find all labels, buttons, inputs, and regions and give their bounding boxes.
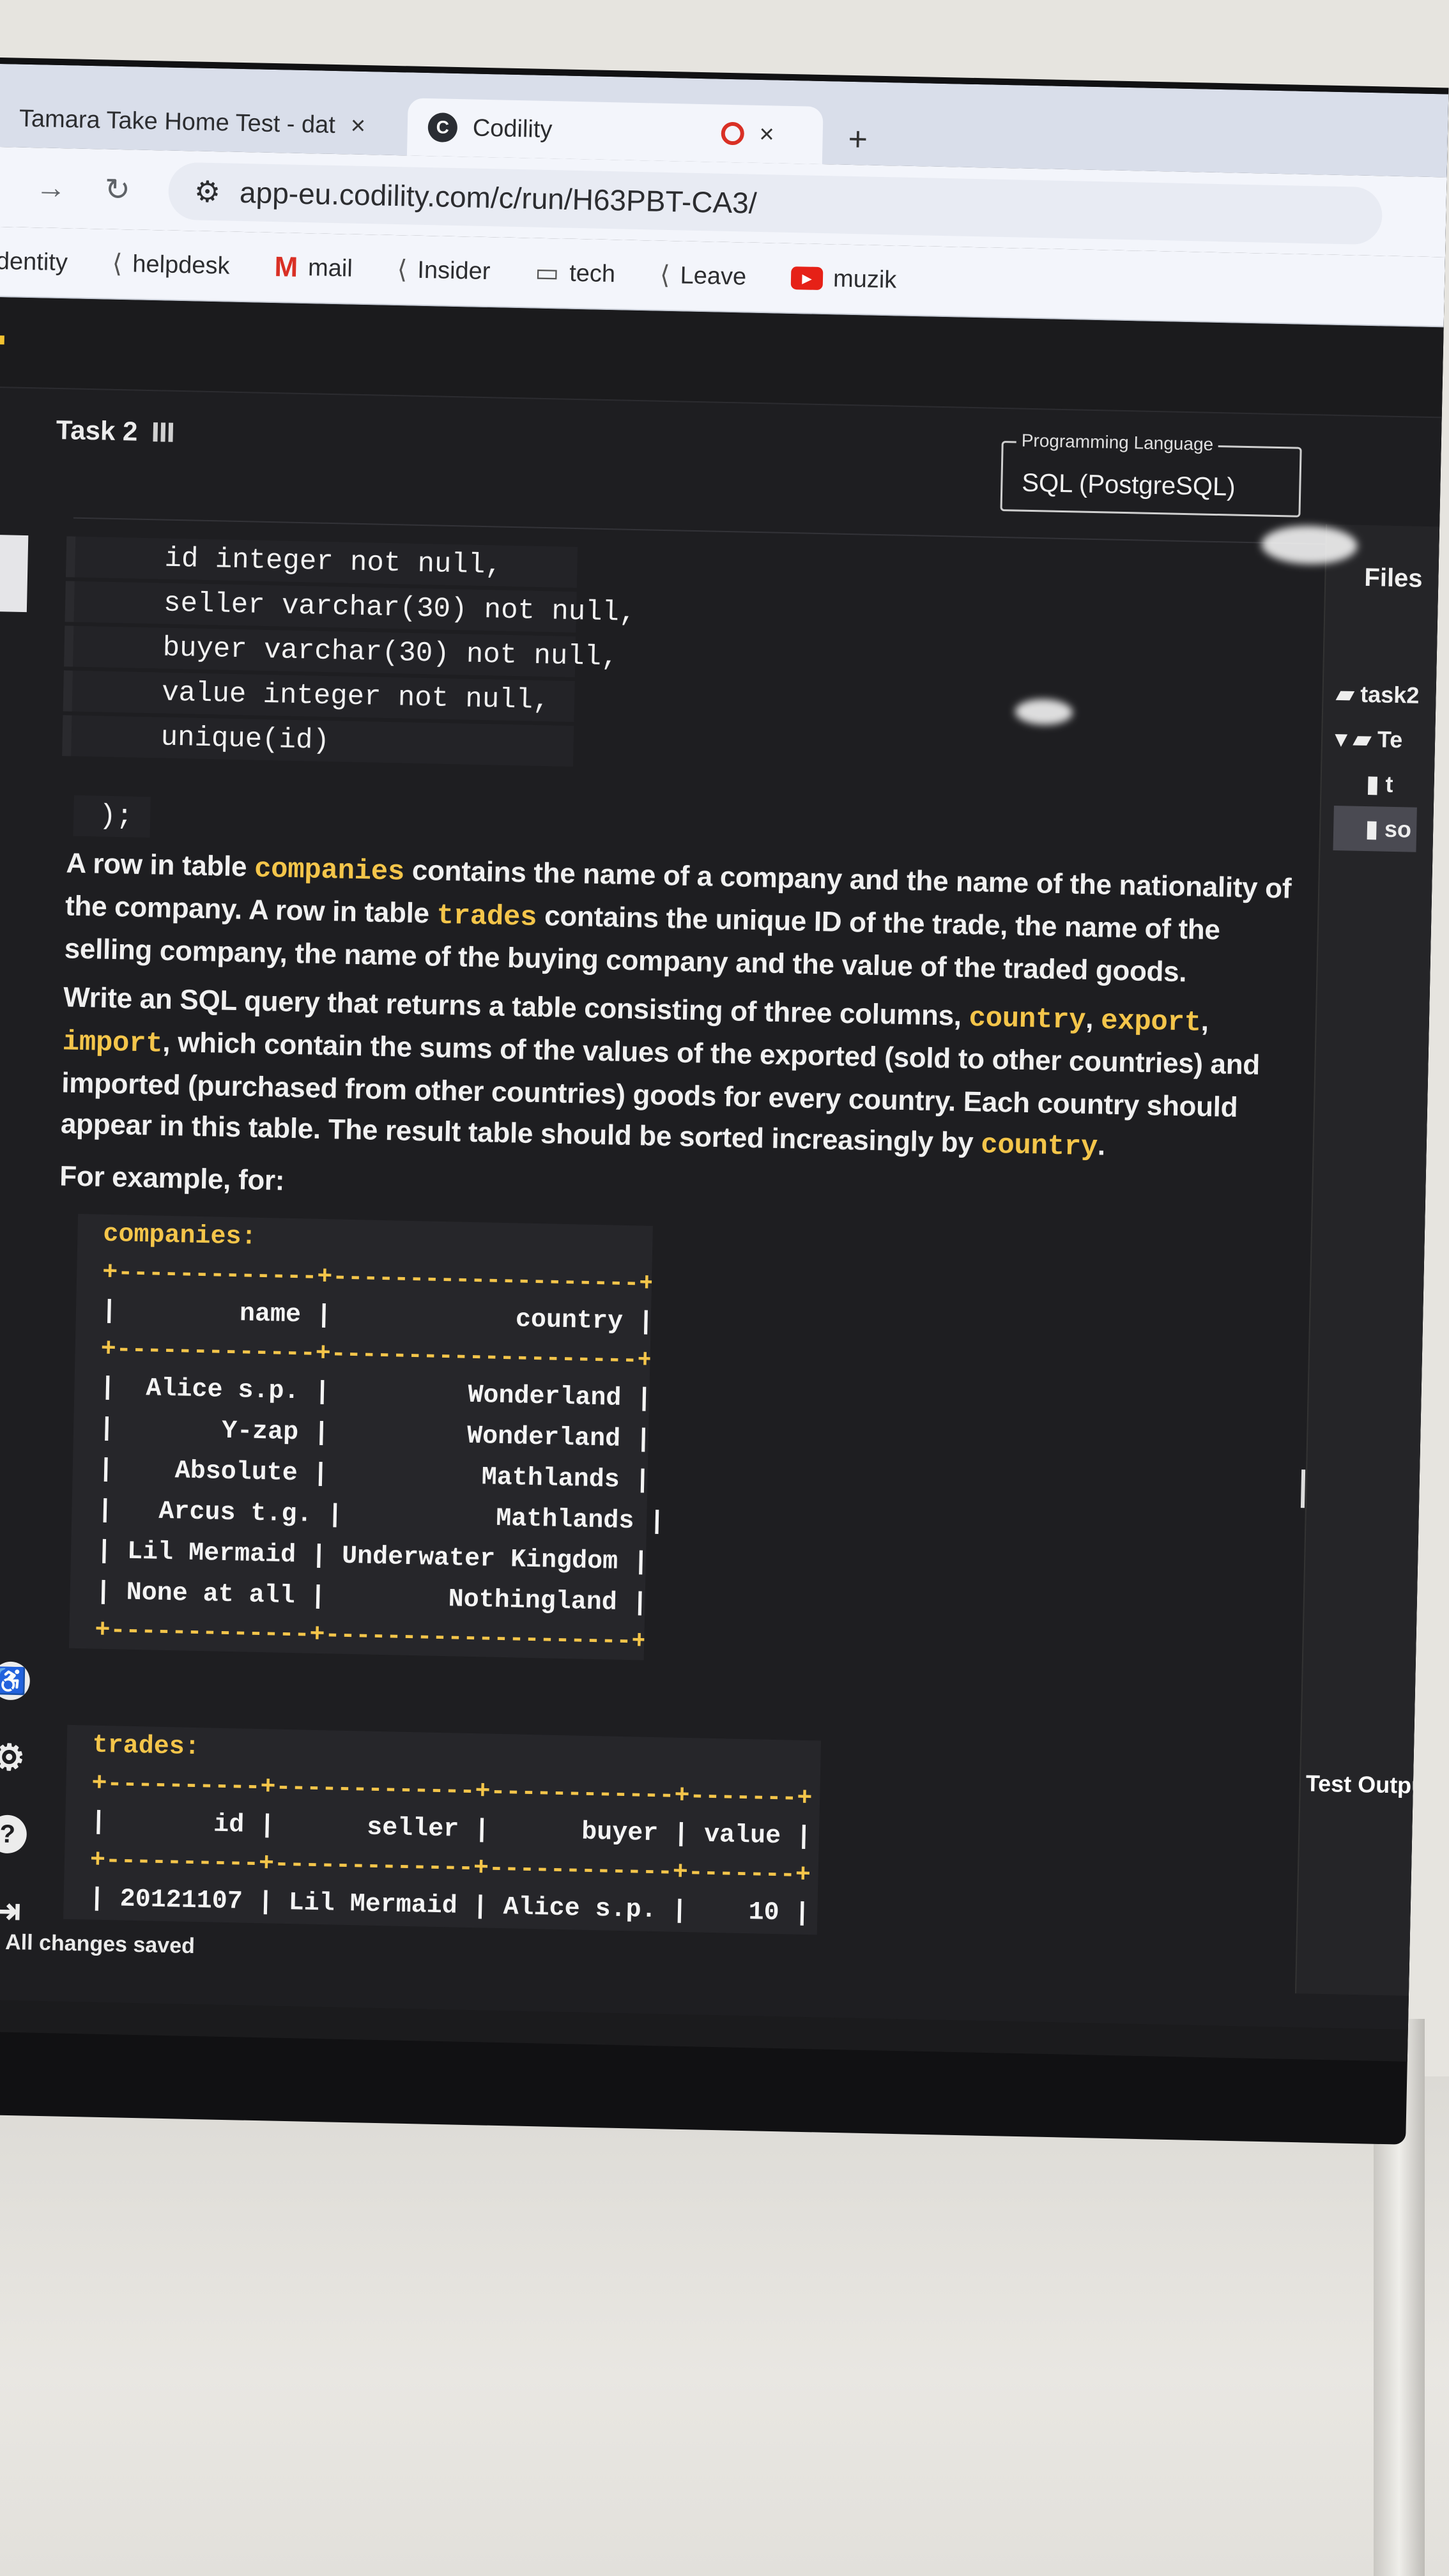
language-label: Programming Language [1016,430,1219,456]
forward-icon[interactable]: → [35,170,66,206]
url-text: app-eu.codility.com/c/run/H63PBT-CA3/ [239,175,758,220]
recording-icon [720,121,744,146]
exit-icon[interactable]: ⇥ [0,1890,26,1931]
folder-icon: ▭ [534,258,560,288]
bookmark-label: Insider [417,256,491,285]
brand-mark [0,335,4,345]
code-close: ); [73,795,151,838]
tab-title: Tamara Take Home Test - dat [19,105,336,139]
tree-item-label: t [1385,770,1393,797]
close-icon[interactable]: × [759,119,774,148]
link-icon: ⟨ [659,261,671,290]
trades-table: trades: +----------+-------------+------… [63,1724,822,1935]
help-icon[interactable]: ? [0,1814,27,1854]
tab-codility[interactable]: C Codility × [406,98,824,164]
new-tab-button[interactable]: + [848,120,868,159]
tree-item-label: Te [1377,726,1403,753]
codility-icon: C [427,112,458,143]
bookmark-label: Identity [0,247,68,276]
task-description: id integer not null, seller varchar(30) … [0,528,1319,2019]
bookmark-helpdesk[interactable]: ⟨ helpdesk [112,249,230,281]
link-icon: ⟨ [397,256,408,284]
tab-title: Codility [472,114,553,143]
code-line: seller varchar(30) not null, [65,581,636,633]
text: A row in table [66,847,255,883]
bookmark-leave[interactable]: ⟨ Leave [660,261,747,292]
url-input[interactable]: ⚙ app-eu.codility.com/c/run/H63PBT-CA3/ [167,162,1383,245]
tree-item-selected[interactable]: ▮ so [1333,805,1417,852]
keyword: country [980,1129,1098,1164]
files-title: Files [1363,563,1423,593]
keyword: trades [436,900,537,934]
text: . [1097,1130,1106,1162]
bookmark-tech[interactable]: ▭ tech [535,258,616,289]
bookmark-label: Leave [680,261,747,291]
bookmark-identity[interactable]: Identity [0,247,68,277]
tree-item-label: task2 [1360,680,1420,709]
text: , [1200,1005,1209,1037]
file-tree: ▰ task2 ▾ ▰ Te ▮ t ▮ so [1333,671,1420,852]
language-select[interactable]: Programming Language SQL (PostgreSQL) [1000,430,1302,518]
keyword: companies [254,853,405,889]
accessibility-icon[interactable]: ♿ [0,1661,31,1701]
close-icon[interactable]: × [350,111,365,140]
description-paragraph-2: Write an SQL query that returns a table … [60,977,1309,1172]
language-value: SQL (PostgreSQL) [1021,468,1236,502]
bookmark-label: helpdesk [132,250,230,280]
bookmark-label: muzik [832,264,897,293]
tab-take-home-test[interactable]: Tamara Take Home Test - dat × [0,89,408,155]
keyword: export [1100,1005,1202,1039]
settings-icon[interactable]: ⚙ [0,1736,29,1777]
screen: Tamara Take Home Test - dat × C Codility… [0,63,1449,2062]
site-settings-icon[interactable]: ⚙ [194,174,220,209]
task-title-text: Task 2 [56,414,138,447]
reload-icon[interactable]: ↻ [104,171,130,208]
code-line: value integer not null, [63,670,575,723]
tree-item[interactable]: ▾ ▰ Te [1335,716,1418,763]
task-title: Task 2 [56,415,173,448]
tree-item[interactable]: ▮ t [1334,761,1418,808]
bookmark-muzik[interactable]: ▶ muzik [790,264,897,294]
tree-item[interactable]: ▰ task2 [1336,671,1420,718]
difficulty-icon [153,422,173,442]
description-paragraph-1: A row in table companies contains the na… [64,843,1312,995]
monitor: Tamara Take Home Test - dat × C Codility… [0,57,1449,2145]
tree-item-label: so [1384,815,1412,843]
youtube-icon: ▶ [790,266,824,291]
text: Write an SQL query that returns a table … [63,981,970,1032]
code-line: id integer not null, [65,536,578,588]
text: , [1085,1002,1101,1035]
gmail-icon: M [273,251,298,283]
keyword: country [969,1002,1086,1037]
task-panel: Task 2 Programming Language SQL (Postgre… [0,386,1442,2030]
code-line: unique(id) [62,715,574,767]
bookmark-label: tech [569,259,616,288]
code-line: buyer varchar(30) not null, [64,625,618,678]
keyword: import [62,1026,163,1061]
bookmark-mail[interactable]: M mail [274,251,353,285]
companies-table: companies: +-------------+--------------… [68,1213,665,1660]
test-output-label[interactable]: Test Outpu [1305,1770,1425,1799]
bookmark-label: mail [307,254,353,282]
link-icon: ⟨ [112,249,123,279]
status-text: All changes saved [4,1929,195,1959]
bookmark-insider[interactable]: ⟨ Insider [397,255,491,286]
wall-background [0,2076,1449,2576]
